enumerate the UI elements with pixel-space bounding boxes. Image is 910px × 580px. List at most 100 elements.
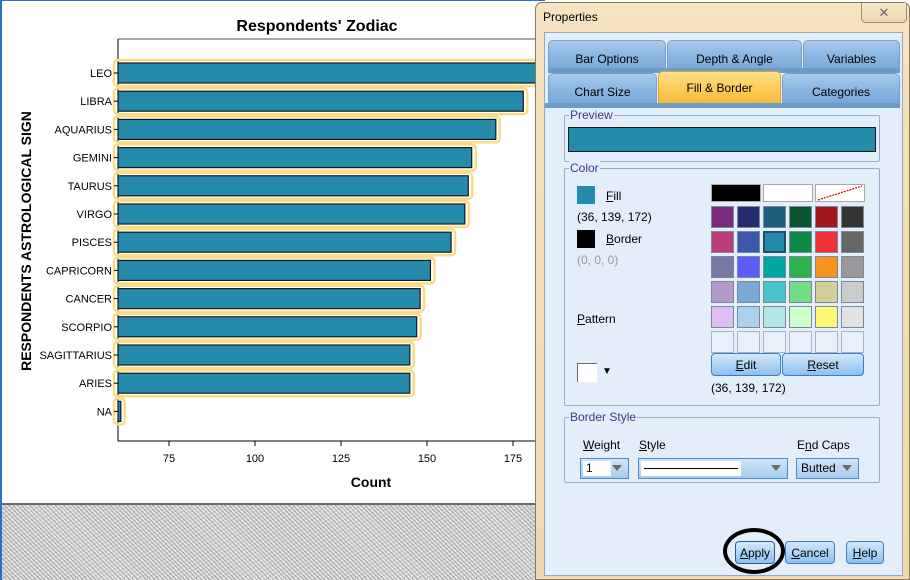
palette-swatch[interactable] [763,184,813,202]
bar-capricorn[interactable] [117,259,432,281]
pattern-selector[interactable] [577,363,597,382]
line-style-value [641,461,741,476]
x-tick-label: 100 [246,453,264,465]
weight-select[interactable]: 1 [580,458,629,479]
palette-swatch[interactable] [841,231,864,253]
pattern-dropdown-arrow-icon[interactable]: ▼ [602,366,612,377]
palette-swatch[interactable] [789,306,812,328]
palette-swatch[interactable] [711,231,734,253]
tab-fill-border[interactable]: Fill & Border [658,71,781,103]
palette-swatch[interactable] [711,256,734,278]
close-button[interactable]: ✕ [861,3,907,23]
palette-swatch[interactable] [763,306,786,328]
tab-chart-size[interactable]: Chart Size [548,73,657,103]
palette-swatch[interactable] [841,206,864,228]
custom-color-slot[interactable] [789,331,812,353]
chevron-down-icon [612,465,622,471]
palette-swatch[interactable] [815,206,838,228]
tab-label: Variables [826,51,877,66]
tab-categories[interactable]: Categories [782,73,900,103]
tab-bar-options[interactable]: Bar Options [548,40,666,70]
edit-color-button[interactable]: Edit [711,353,781,376]
bar-sagittarius[interactable] [117,344,411,366]
palette-swatch[interactable] [841,281,864,303]
tab-variables[interactable]: Variables [803,40,900,70]
border-style-label: Border Style [569,410,638,424]
editor-background [0,503,545,580]
palette-swatch[interactable] [815,306,838,328]
line-style-select[interactable] [638,458,788,479]
tab-label: Categories [811,84,871,99]
palette-swatch[interactable] [711,206,734,228]
tab-row-bottom: Chart Size Fill & Border Categories [548,71,900,103]
bar-chart: Respondents' Zodiac LEO LIBRA AQUARIUS GEMI… [18,18,547,490]
bar-na[interactable] [117,400,122,422]
palette-swatch[interactable] [737,231,760,253]
palette-swatch[interactable] [841,256,864,278]
palette-swatch[interactable] [737,206,760,228]
weight-label: Weight [583,438,621,452]
tab-depth-angle[interactable]: Depth & Angle [667,40,802,70]
palette-swatch[interactable] [789,206,812,228]
bar-virgo[interactable] [117,203,466,225]
bar-cancer[interactable] [117,288,421,310]
palette-swatch[interactable] [789,256,812,278]
end-caps-value: Butted [801,461,836,475]
palette-swatch[interactable] [763,231,786,253]
palette-swatch[interactable] [737,281,760,303]
bar-gemini[interactable] [117,147,473,169]
bar-aquarius[interactable] [117,118,497,141]
custom-color-slot[interactable] [841,331,864,353]
cancel-button[interactable]: Cancel [785,541,835,564]
bar-aries[interactable] [117,372,411,394]
preview-swatch [568,127,876,152]
palette-swatch[interactable] [711,184,761,202]
border-style-group: Border Style Weight Style End Caps 1 But… [564,410,880,483]
end-caps-select[interactable]: Butted [796,458,859,479]
border-color-swatch[interactable] [577,230,595,248]
color-group: Color Fill (36, 139, 172) Border (0, 0, … [564,161,880,406]
fill-label[interactable]: Fill [606,189,621,203]
palette-swatch[interactable] [763,281,786,303]
palette-swatch[interactable] [815,231,838,253]
palette-swatch[interactable] [711,306,734,328]
color-label: Color [569,161,600,175]
custom-color-slot[interactable] [815,331,838,353]
category-label: SAGITTARIUS [39,350,112,362]
tab-label: Fill & Border [686,80,753,95]
palette-swatch[interactable] [789,281,812,303]
x-axis-title: Count [351,474,392,490]
selected-rgb-value: (36, 139, 172) [711,381,786,395]
palette-swatch[interactable] [737,306,760,328]
x-axis-ticks: 75 100 125 150 175 [163,441,522,465]
palette-swatch[interactable] [763,206,786,228]
category-label: ARIES [79,378,112,390]
no-color-swatch[interactable] [815,184,865,202]
custom-color-slot[interactable] [737,331,760,353]
palette-swatch[interactable] [789,231,812,253]
fill-color-swatch[interactable] [577,186,595,204]
category-label: SCORPIO [61,322,112,334]
bar-leo[interactable] [117,62,545,84]
help-button[interactable]: Help [846,541,884,564]
style-label: Style [639,438,666,452]
tab-row-top: Bar Options Depth & Angle Variables [548,40,900,70]
palette-swatch[interactable] [841,306,864,328]
properties-dialog: Properties ✕ Bar Options Depth & Angle V… [535,2,910,580]
palette-swatch[interactable] [711,281,734,303]
palette-swatch[interactable] [737,256,760,278]
reset-color-button[interactable]: Reset [782,353,864,376]
border-label[interactable]: Border [606,232,642,246]
palette-swatch[interactable] [763,256,786,278]
bar-libra[interactable] [117,90,524,112]
palette-swatch[interactable] [815,256,838,278]
bar-scorpio[interactable] [117,316,418,338]
annotation-circle [723,528,785,574]
custom-color-slot[interactable] [763,331,786,353]
custom-color-slot[interactable] [711,331,734,353]
weight-value: 1 [583,461,611,476]
x-tick-label: 175 [504,453,522,465]
palette-swatch[interactable] [815,281,838,303]
bar-taurus[interactable] [117,175,469,197]
bar-pisces[interactable] [117,231,452,253]
